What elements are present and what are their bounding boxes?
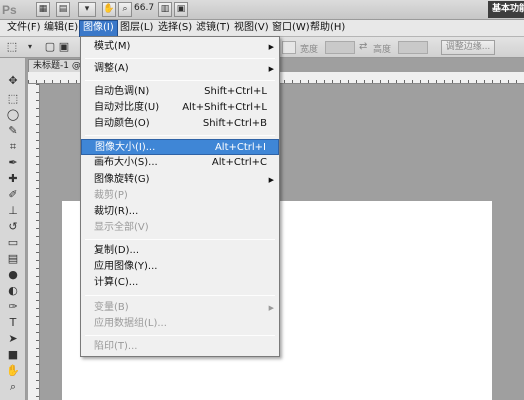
blur-tool-icon[interactable]: ● — [5, 268, 21, 282]
pen-tool-icon[interactable]: ✑ — [5, 300, 21, 314]
bridge-icon[interactable]: ▦ — [36, 2, 50, 17]
clone-stamp-tool-icon[interactable]: ⊥ — [5, 204, 21, 218]
menu-separator — [85, 135, 275, 136]
document-tab[interactable]: 未标题-1 @ — [28, 59, 86, 72]
dropdown-arrow-icon[interactable]: ▾ — [22, 40, 38, 54]
submenu-arrow-icon: ▶ — [268, 43, 274, 51]
menu-item-auto-contrast[interactable]: 自动对比度(U) Alt+Shift+Ctrl+L — [81, 100, 279, 116]
menu-bar: 文件(F) 编辑(E) 图像(I) 图层(L) 选择(S) 滤镜(T) 视图(V… — [0, 20, 524, 37]
menu-item-calculations[interactable]: 计算(C)... — [81, 275, 279, 291]
style-dropdown[interactable] — [282, 41, 296, 54]
quick-select-tool-icon[interactable]: ✎ — [5, 124, 21, 138]
add-selection-icon[interactable]: ▣ — [56, 40, 72, 54]
menu-separator — [85, 80, 275, 81]
move-tool-icon[interactable]: ✥ — [5, 74, 21, 88]
menu-edit[interactable]: 编辑(E) — [41, 20, 81, 37]
workspace-switcher[interactable]: 基本功能 — [488, 1, 524, 18]
submenu-arrow-icon: ▶ — [268, 176, 274, 184]
menu-help[interactable]: 帮助(H) — [307, 20, 348, 37]
hand-tool-icon[interactable]: ✋ — [102, 2, 116, 17]
hand-tool-icon[interactable]: ✋ — [5, 364, 21, 378]
menu-view[interactable]: 视图(V) — [231, 20, 272, 37]
healing-brush-tool-icon[interactable]: ✚ — [5, 172, 21, 186]
crop-tool-icon[interactable]: ⌗ — [5, 140, 21, 154]
arrange-docs-icon[interactable]: ▥ — [158, 2, 172, 17]
menu-item-trap[interactable]: 陷印(T)... — [81, 339, 279, 355]
menu-item-image-rotation[interactable]: 图像旋转(G) ▶ — [81, 172, 279, 188]
brush-tool-icon[interactable]: ✐ — [5, 188, 21, 202]
shape-tool-icon[interactable]: ■ — [5, 348, 21, 362]
menu-item-apply-data-set[interactable]: 应用数据组(L)... — [81, 316, 279, 332]
path-select-tool-icon[interactable]: ➤ — [5, 332, 21, 346]
photoshop-logo: Ps — [2, 3, 17, 17]
menu-item-apply-image[interactable]: 应用图像(Y)... — [81, 259, 279, 275]
dodge-tool-icon[interactable]: ◐ — [5, 284, 21, 298]
type-tool-icon[interactable]: T — [5, 316, 21, 330]
menu-file[interactable]: 文件(F) — [4, 20, 44, 37]
height-field[interactable] — [398, 41, 428, 54]
lasso-tool-icon[interactable]: ◯ — [5, 108, 21, 122]
eyedropper-tool-icon[interactable]: ✒ — [5, 156, 21, 170]
menu-item-crop[interactable]: 裁剪(P) — [81, 188, 279, 204]
menu-image[interactable]: 图像(I) — [79, 20, 118, 37]
menu-item-adjustments[interactable]: 调整(A) ▶ — [81, 61, 279, 77]
vertical-ruler — [28, 84, 40, 400]
menu-separator — [85, 58, 275, 59]
marquee-tool-icon[interactable]: ⬚ — [5, 92, 21, 106]
menu-item-reveal-all[interactable]: 显示全部(V) — [81, 220, 279, 236]
menu-item-trim[interactable]: 裁切(R)... — [81, 204, 279, 220]
eraser-tool-icon[interactable]: ▭ — [5, 236, 21, 250]
menu-separator — [85, 239, 275, 240]
mini-bridge-icon[interactable]: ▤ — [56, 2, 70, 17]
submenu-arrow-icon: ▶ — [268, 304, 274, 312]
gradient-tool-icon[interactable]: ▤ — [5, 252, 21, 266]
menu-select[interactable]: 选择(S) — [155, 20, 195, 37]
toolbox: ✥ ⬚ ◯ ✎ ⌗ ✒ ✚ ✐ ⊥ ↺ ▭ ▤ ● ◐ ✑ T ➤ ■ ✋ ⌕ — [0, 58, 26, 400]
width-field[interactable] — [325, 41, 355, 54]
menu-item-canvas-size[interactable]: 画布大小(S)... Alt+Ctrl+C — [81, 155, 279, 171]
menu-layer[interactable]: 图层(L) — [117, 20, 156, 37]
menu-item-mode[interactable]: 模式(M) ▶ — [81, 39, 279, 55]
app-bar: Ps ▦ ▤ ▾ ✋ ⌕ 66.7 ▥ ▣ 基本功能 — [0, 0, 524, 20]
height-label: 高度 — [373, 45, 392, 55]
screen-mode-icon[interactable]: ▣ — [174, 2, 188, 17]
menu-item-duplicate[interactable]: 复制(D)... — [81, 243, 279, 259]
menu-item-auto-color[interactable]: 自动颜色(O) Shift+Ctrl+B — [81, 116, 279, 132]
menu-separator — [85, 335, 275, 336]
swap-icon[interactable]: ⇄ — [359, 41, 367, 52]
submenu-arrow-icon: ▶ — [268, 65, 274, 73]
refine-edge-button[interactable]: 调整边缘... — [441, 40, 495, 55]
menu-filter[interactable]: 滤镜(T) — [193, 20, 233, 37]
extras-icon[interactable]: ▾ — [78, 2, 96, 17]
menu-item-image-size[interactable]: 图像大小(I)... Alt+Ctrl+I — [81, 139, 279, 155]
menu-separator — [85, 295, 275, 296]
menu-item-variables[interactable]: 变量(B) ▶ — [81, 300, 279, 316]
zoom-level[interactable]: 66.7 — [134, 3, 154, 13]
image-menu-dropdown: 模式(M) ▶ 调整(A) ▶ 自动色调(N) Shift+Ctrl+L 自动对… — [80, 36, 280, 357]
menu-item-auto-tone[interactable]: 自动色调(N) Shift+Ctrl+L — [81, 84, 279, 100]
width-label: 宽度 — [300, 45, 319, 55]
zoom-tool-icon[interactable]: ⌕ — [5, 380, 21, 394]
zoom-tool-icon[interactable]: ⌕ — [118, 2, 132, 17]
history-brush-tool-icon[interactable]: ↺ — [5, 220, 21, 234]
marquee-preset-icon[interactable]: ⬚ — [4, 40, 20, 54]
